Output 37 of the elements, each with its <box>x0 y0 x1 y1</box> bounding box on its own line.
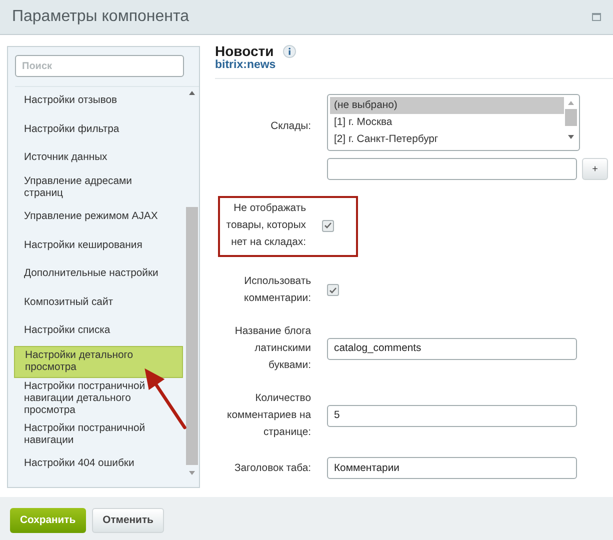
search-field[interactable]: Поиск <box>15 55 184 77</box>
field-label: Использовать комментарии: <box>243 275 311 306</box>
checkbox[interactable] <box>322 220 334 232</box>
sidebar-item[interactable]: Настройки кеширования <box>14 231 183 260</box>
field-label: Склады: <box>270 120 311 134</box>
sidebar-item[interactable]: Управление режимом AJAX <box>14 202 183 232</box>
maximize-icon[interactable] <box>592 13 601 21</box>
sidebar-item[interactable]: Композитный сайт <box>14 288 183 318</box>
field-label: Заголовок таба: <box>233 462 311 476</box>
input-field[interactable] <box>327 158 577 180</box>
sidebar-item[interactable]: Настройки списка <box>14 317 183 346</box>
sidebar-item[interactable]: Настройки отзывов <box>14 87 183 116</box>
text-field[interactable]: 5 <box>327 404 577 426</box>
add-button[interactable]: + <box>582 158 608 180</box>
field-label: Название блога латинскими буквами: <box>234 325 311 373</box>
sidebar-item[interactable]: Настройки постраничной навигации детального просмотра <box>14 378 183 420</box>
list-option[interactable]: [1] г. Москва <box>330 114 564 131</box>
checkbox[interactable] <box>327 284 339 296</box>
field-label: Количество комментариев на странице: <box>226 392 311 440</box>
info-icon[interactable] <box>282 45 296 58</box>
sidebar-item[interactable]: Дополнительные настройки <box>14 260 183 289</box>
sidebar-item[interactable]: Управление адресами страниц <box>14 172 183 203</box>
field-label: Не отображать товары, которых нет на складах: <box>225 202 306 250</box>
sidebar-item[interactable]: Источник данных <box>14 144 183 173</box>
sidebar-item[interactable]: Настройки детального просмотра <box>14 346 183 378</box>
sidebar-item[interactable]: Настройки 404 ошибки <box>14 450 183 478</box>
text-field[interactable]: Комментарии <box>327 457 577 479</box>
window-title: Параметры компонента <box>12 7 189 27</box>
sidebar-item[interactable]: Настройки постраничной навигации <box>14 420 183 450</box>
cancel-button[interactable]: Отменить <box>92 508 164 533</box>
list-option[interactable]: (не выбрано) <box>330 97 564 114</box>
component-title: Новости <box>215 43 275 59</box>
component-code: bitrix:news <box>215 59 276 72</box>
multi-select-list[interactable]: (не выбрано) [1] г. Москва [2] г. Санкт-Петербург <box>327 94 580 151</box>
list-option[interactable]: [2] г. Санкт-Петербург <box>330 131 564 148</box>
text-field[interactable]: catalog_comments <box>327 338 577 360</box>
sidebar-item[interactable]: Настройки фильтра <box>14 116 183 144</box>
